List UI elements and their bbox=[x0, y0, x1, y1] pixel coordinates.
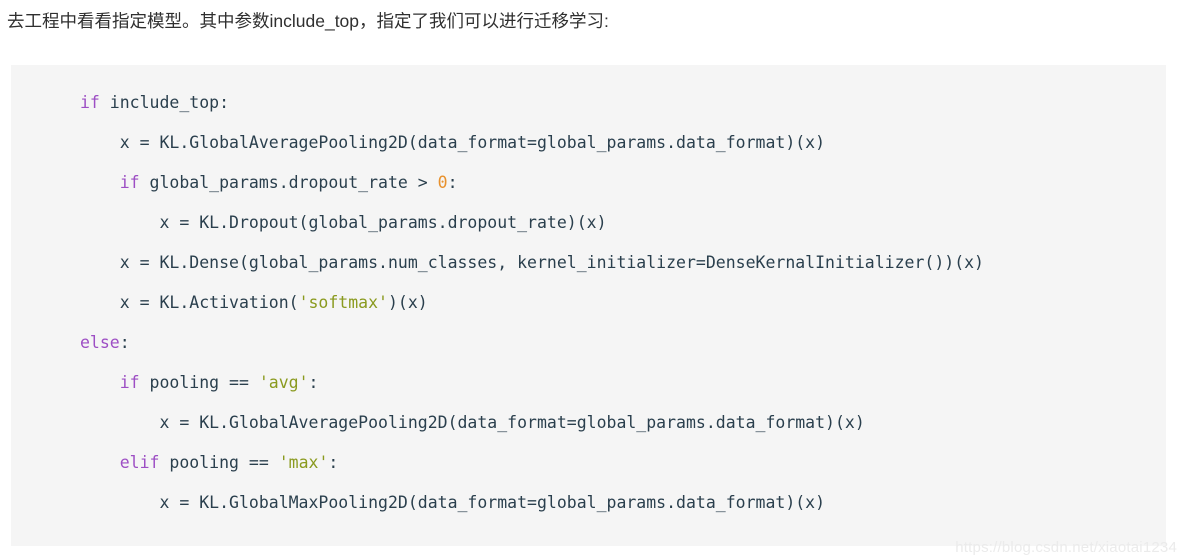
watermark-url: https://blog.csdn.net/xiaotai1234 bbox=[955, 539, 1177, 556]
code-line: x = KL.Dense(global_params.num_classes, … bbox=[11, 243, 1166, 283]
code-line: if global_params.dropout_rate > 0: bbox=[11, 163, 1166, 203]
code-line: x = KL.GlobalMaxPooling2D(data_format=gl… bbox=[11, 483, 1166, 523]
code-token-def: x = KL.Activation( bbox=[119, 293, 299, 312]
code-token-def: global_params.dropout_rate > bbox=[139, 173, 438, 192]
code-token-kw: if bbox=[80, 93, 100, 112]
intro-paragraph: 去工程中看看指定模型。其中参数include_top，指定了我们可以进行迁移学习… bbox=[7, 11, 609, 31]
code-token-str: 'avg' bbox=[258, 373, 309, 392]
code-token-num: 0 bbox=[437, 173, 448, 192]
code-token-kw: else bbox=[80, 333, 120, 352]
code-lines-container: if include_top: x = KL.GlobalAveragePool… bbox=[11, 83, 1166, 523]
code-token-def: include_top: bbox=[99, 93, 230, 112]
code-token-def: x = KL.GlobalMaxPooling2D(data_format=gl… bbox=[159, 493, 826, 512]
code-line: x = KL.Activation('softmax')(x) bbox=[11, 283, 1166, 323]
code-line: x = KL.GlobalAveragePooling2D(data_forma… bbox=[11, 403, 1166, 443]
code-block: if include_top: x = KL.GlobalAveragePool… bbox=[11, 65, 1166, 546]
code-token-str: 'max' bbox=[278, 453, 329, 472]
code-token-def: : bbox=[308, 373, 319, 392]
code-line: if pooling == 'avg': bbox=[11, 363, 1166, 403]
code-token-def: : bbox=[447, 173, 458, 192]
code-line: elif pooling == 'max': bbox=[11, 443, 1166, 483]
code-token-def: pooling == bbox=[159, 453, 279, 472]
code-line: else: bbox=[11, 323, 1166, 363]
code-line: x = KL.GlobalAveragePooling2D(data_forma… bbox=[11, 123, 1166, 163]
code-token-str: 'softmax' bbox=[298, 293, 388, 312]
code-line: if include_top: bbox=[11, 83, 1166, 123]
code-token-def: x = KL.GlobalAveragePooling2D(data_forma… bbox=[159, 413, 865, 432]
code-token-def: x = KL.Dropout(global_params.dropout_rat… bbox=[159, 213, 607, 232]
code-token-kw: if bbox=[119, 373, 140, 392]
code-token-def: pooling == bbox=[139, 373, 259, 392]
code-token-kw: elif bbox=[119, 453, 160, 472]
code-token-def: x = KL.Dense(global_params.num_classes, … bbox=[119, 253, 984, 272]
code-line: x = KL.Dropout(global_params.dropout_rat… bbox=[11, 203, 1166, 243]
code-token-def: x = KL.GlobalAveragePooling2D(data_forma… bbox=[119, 133, 826, 152]
code-token-def: )(x) bbox=[387, 293, 428, 312]
code-token-kw: if bbox=[119, 173, 140, 192]
code-token-def: : bbox=[328, 453, 339, 472]
code-token-def: : bbox=[119, 333, 130, 352]
